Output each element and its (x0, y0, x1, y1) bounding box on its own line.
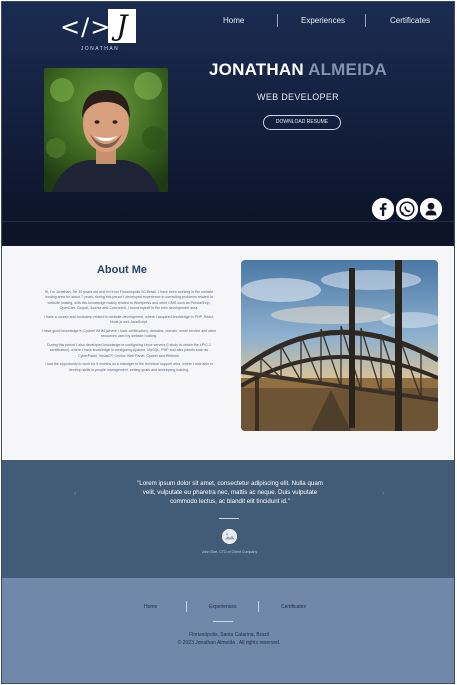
nav-certificates[interactable]: Certificates (390, 16, 430, 25)
footer-nav-divider (258, 601, 259, 612)
about-text: Hi, I'm Jonathan, I'm 30 years old and I… (40, 290, 218, 376)
about-paragraph: I had the opportunity to work for 5 mont… (44, 362, 214, 372)
prev-testimonial-button[interactable]: ‹ (74, 490, 76, 497)
footer-nav-divider (186, 601, 187, 612)
top-nav: Home Experiences Certificates (198, 12, 448, 32)
testimonial-author: John Doe, CTO of Client Company (201, 550, 258, 554)
logo-initial: J (116, 9, 128, 42)
site-logo[interactable]: </> J JONATHAN (60, 9, 140, 52)
nav-home[interactable]: Home (223, 16, 244, 25)
code-brackets-icon: </> (60, 13, 112, 41)
about-paragraph: During this period I also developed know… (46, 342, 211, 358)
about-paragraph: I have a course and bootcamp related to … (44, 314, 214, 325)
logo-box: J (108, 9, 136, 43)
download-resume-button[interactable]: DOWNLOAD RESUME (263, 115, 341, 130)
about-paragraph: Hi, I'm Jonathan, I'm 30 years old and I… (44, 290, 214, 311)
footer-nav-home[interactable]: Home (144, 604, 157, 610)
about-paragraph: I have good knowledge in Cpanel WHM (whe… (41, 328, 217, 339)
portfolio-page: </> J JONATHAN Home Experiences Certific… (1, 1, 455, 684)
footer-location: Florianópolis, Santa Catarina, Brazil (189, 632, 269, 638)
testimonial-quote: "Lorem ipsum dolor sit amet, consectetur… (137, 480, 323, 505)
footer-divider (213, 621, 233, 622)
footer-copyright: © 2023 Jonathan Almeida . All rights res… (177, 640, 281, 646)
first-name: JONATHAN (209, 60, 304, 79)
facebook-icon[interactable] (372, 198, 394, 220)
testimonial-avatar (222, 529, 237, 544)
hero-bottom-strip (2, 221, 454, 246)
footer-nav-certificates[interactable]: Certificates (281, 604, 306, 610)
footer: Home Experiences Certificates Florianópo… (2, 578, 454, 683)
last-name: ALMEIDA (308, 60, 387, 79)
hero-role: WEB DEVELOPER (257, 92, 339, 102)
about-section: About Me Hi, I'm Jonathan, I'm 30 years … (2, 246, 454, 460)
user-icon[interactable] (420, 198, 442, 220)
about-title: About Me (96, 264, 148, 276)
testimonial-divider (219, 518, 239, 519)
footer-nav-experiences[interactable]: Experiences (209, 604, 237, 610)
nav-divider (365, 14, 366, 27)
footer-nav: Home Experiences Certificates (132, 601, 322, 615)
nav-experiences[interactable]: Experiences (301, 16, 345, 25)
profile-photo (44, 68, 168, 192)
hero-name: JONATHAN ALMEIDA (198, 60, 398, 80)
testimonial-section: ‹ "Lorem ipsum dolor sit amet, consectet… (2, 460, 454, 578)
nav-divider (277, 14, 278, 27)
hero-section: </> J JONATHAN Home Experiences Certific… (2, 2, 454, 246)
bridge-photo (241, 260, 438, 431)
whatsapp-icon[interactable] (396, 198, 418, 220)
next-testimonial-button[interactable]: › (382, 490, 384, 497)
logo-name: JONATHAN (80, 46, 120, 52)
